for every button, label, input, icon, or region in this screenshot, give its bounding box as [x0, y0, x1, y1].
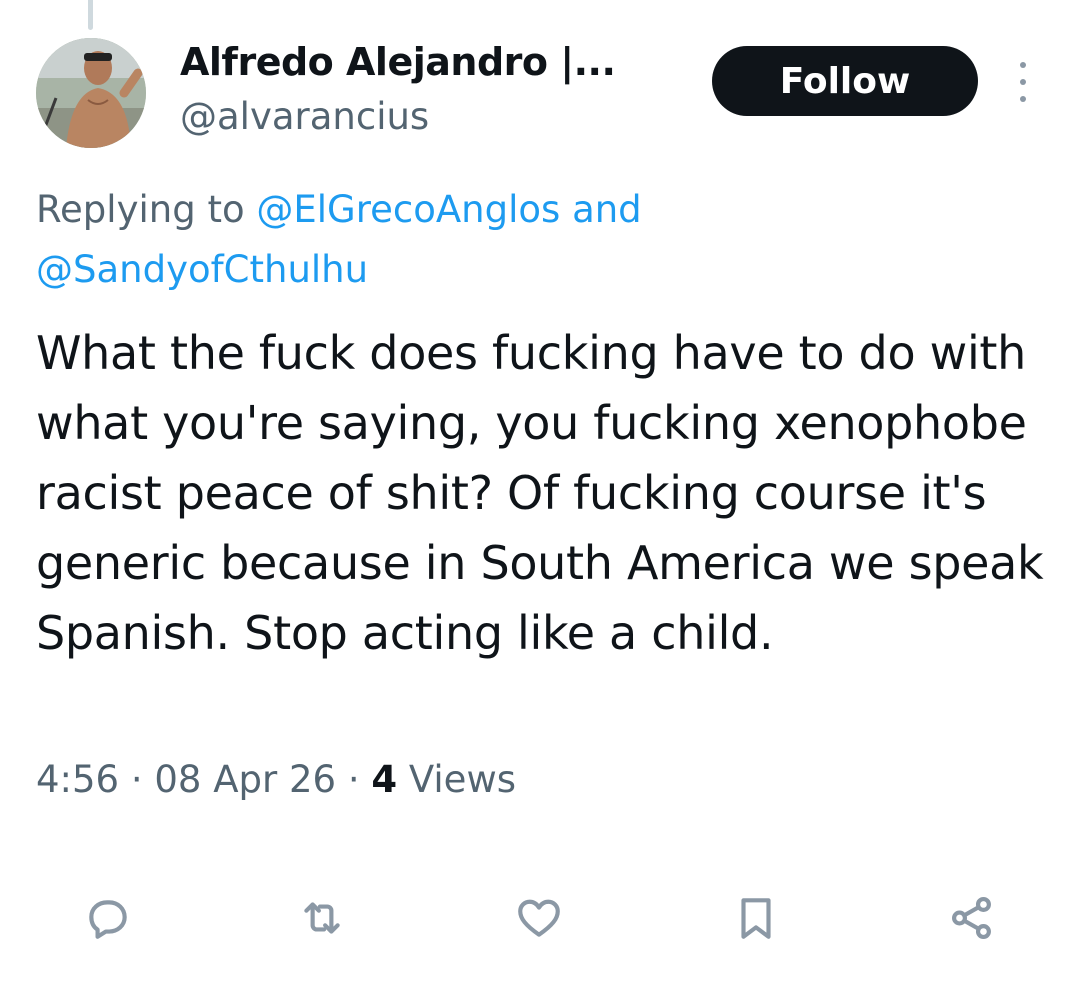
avatar[interactable]: [36, 38, 146, 148]
reply-icon: [89, 900, 127, 939]
thread-connector-line: [88, 0, 93, 30]
tweet-date[interactable]: 08 Apr 26: [154, 758, 336, 801]
bookmark-button[interactable]: [726, 888, 786, 948]
action-bar: [0, 888, 1079, 948]
more-vertical-icon[interactable]: [1008, 62, 1038, 102]
author-handle[interactable]: @alvarancius: [180, 95, 429, 138]
reply-button[interactable]: [78, 888, 138, 948]
more-dot: [1020, 62, 1026, 68]
bookmark-icon: [741, 898, 771, 939]
follow-button[interactable]: Follow: [712, 46, 978, 116]
retweet-icon: [304, 902, 340, 934]
avatar-photo: [36, 38, 146, 148]
meta-separator: ·: [130, 758, 143, 801]
like-button[interactable]: [509, 888, 569, 948]
tweet-meta: 4:56 · 08 Apr 26 · 4 Views: [36, 758, 516, 801]
tweet-time[interactable]: 4:56: [36, 758, 119, 801]
views-label[interactable]: Views: [409, 758, 516, 801]
views-count[interactable]: 4: [371, 758, 397, 801]
meta-separator: ·: [347, 758, 360, 801]
mention-joiner[interactable]: and: [572, 188, 642, 231]
reply-context: Replying to @ElGrecoAnglos and @SandyofC…: [36, 180, 1036, 300]
share-icon: [952, 896, 991, 940]
share-button[interactable]: [942, 888, 1002, 948]
retweet-button[interactable]: [292, 888, 352, 948]
mention-link-elgrecoanglos[interactable]: @ElGrecoAnglos: [256, 188, 560, 231]
tweet-text: What the fuck does fucking have to do wi…: [36, 326, 1044, 660]
heart-icon: [518, 899, 560, 937]
more-dot: [1020, 96, 1026, 102]
more-dot: [1020, 79, 1026, 85]
replying-to-label: Replying to: [36, 188, 245, 231]
author-display-name[interactable]: Alfredo Alejandro |...: [180, 40, 616, 84]
mention-link-sandyofcthulhu[interactable]: @SandyofCthulhu: [36, 248, 368, 291]
